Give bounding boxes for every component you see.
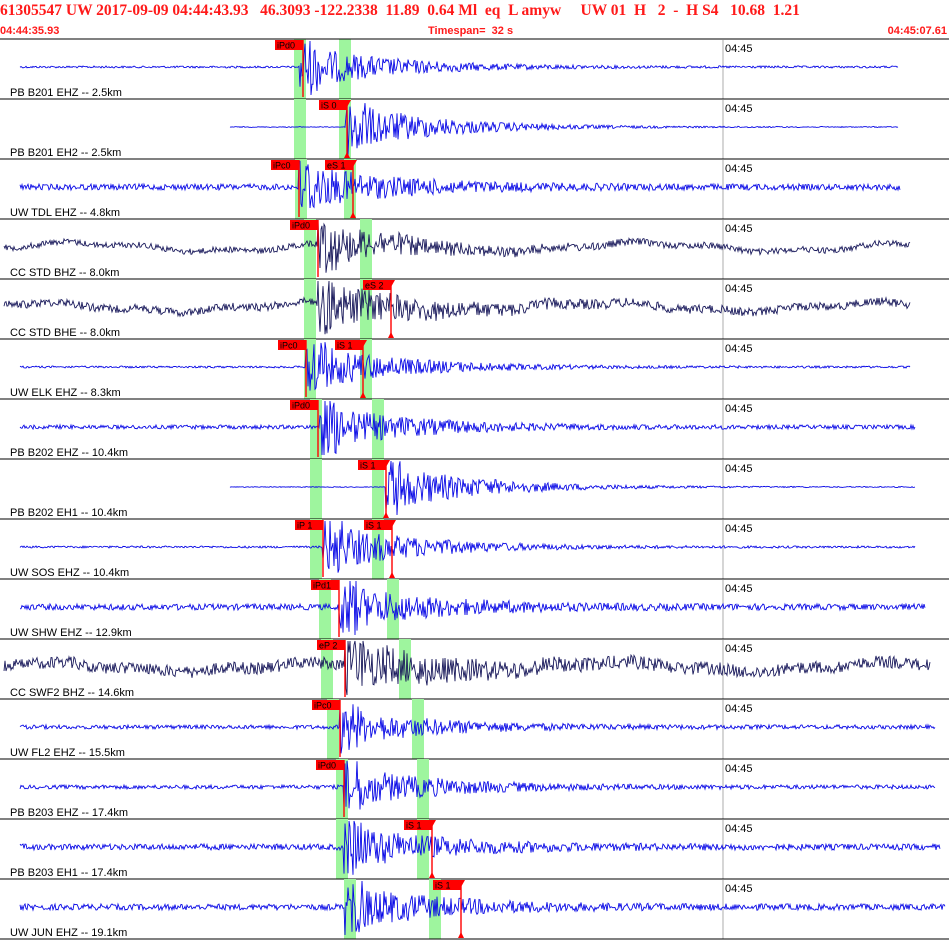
pick-label: eP 2 [319,641,337,651]
p-phase-band [310,459,322,519]
minute-label: 04:45 [725,763,753,775]
pick-label: iS 1 [406,821,422,831]
trace-row[interactable]: 04:45 iPc0 UW FL2 EHZ -- 15.5km [0,699,949,760]
trace-row[interactable]: 04:45 eS 2 CC STD BHE -- 8.0km [0,279,949,340]
trace-row[interactable]: 04:45 iPc0 eS 1 UW TDL EHZ -- 4.8km [0,159,949,220]
pick-label: iP 1 [297,521,312,531]
trace-row[interactable]: 04:45 iS 1 PB B202 EH1 -- 10.4km [0,459,949,520]
station-label: PB B201 EH2 -- 2.5km [10,147,121,159]
s-phase-band [412,699,424,759]
trace-row[interactable]: 04:45 iPd0 PB B201 EHZ -- 2.5km [0,39,949,100]
minute-label: 04:45 [725,223,753,235]
s-phase-band [360,219,372,279]
trace-row[interactable]: 04:45 iPd1 UW SHW EHZ -- 12.9km [0,579,949,640]
waveform-trace [3,220,911,273]
waveform-trace [19,160,901,209]
pick-label: iS 1 [337,341,353,351]
station-label: UW JUN EHZ -- 19.1km [10,927,127,939]
station-label: PB B203 EHZ -- 17.4km [10,807,128,819]
pick-label: iS 0 [321,101,337,111]
pick-label: iS 1 [366,521,382,531]
pick-label: iS 1 [435,881,451,891]
waveform-trace [19,342,911,391]
pick-label: iS 1 [360,461,376,471]
pick-arrow-icon [458,932,464,938]
waveform-trace [3,280,911,335]
pick-label: eS 1 [327,161,346,171]
minute-label: 04:45 [725,103,753,115]
waveform-trace [19,40,899,96]
trace-row[interactable]: 04:45 iP 1 iS 1 UW SOS EHZ -- 10.4km [0,519,949,580]
minute-label: 04:45 [725,583,753,595]
waveform-trace [19,820,941,875]
waveform-trace [229,103,899,156]
station-label: PB B202 EH1 -- 10.4km [10,507,127,519]
p-phase-band [304,279,316,339]
station-label: CC STD BHE -- 8.0km [10,327,120,339]
waveform-trace [19,580,926,636]
station-label: PB B203 EH1 -- 17.4km [10,867,127,879]
station-label: CC STD BHZ -- 8.0km [10,267,119,279]
pick-label: iPc0 [280,341,298,351]
station-label: UW SOS EHZ -- 10.4km [10,567,129,579]
p-phase-band [294,99,306,159]
trace-row[interactable]: 04:45 iPc0 iS 1 UW ELK EHZ -- 8.3km [0,339,949,400]
minute-label: 04:45 [725,523,753,535]
trace-row[interactable]: 04:45 iS 1 PB B203 EH1 -- 17.4km [0,819,949,880]
pick-arrow-icon [389,572,395,578]
waveform-trace [19,704,936,754]
pick-label: iPd0 [292,221,310,231]
s-phase-band [339,39,351,99]
trace-row[interactable]: 04:45 iPd0 PB B202 EHZ -- 10.4km [0,399,949,460]
p-pick-marker[interactable]: iPc0 [278,340,307,397]
pick-label: iPd1 [313,581,331,591]
station-label: UW TDL EHZ -- 4.8km [10,207,120,219]
pick-label: iPd0 [318,761,336,771]
trace-row[interactable]: 04:45 iS 0 PB B201 EH2 -- 2.5km [0,99,949,160]
pick-label: eS 2 [365,281,384,291]
minute-label: 04:45 [725,823,753,835]
minute-label: 04:45 [725,463,753,475]
pick-label: iPd0 [292,401,310,411]
waveform-trace [19,760,936,810]
station-label: PB B201 EHZ -- 2.5km [10,87,122,99]
minute-label: 04:45 [725,883,753,895]
minute-label: 04:45 [725,403,753,415]
station-label: UW FL2 EHZ -- 15.5km [10,747,125,759]
station-label: CC SWF2 BHZ -- 14.6km [10,687,134,699]
waveform-trace [19,520,916,573]
minute-label: 04:45 [725,283,753,295]
waveform-trace [3,640,931,696]
waveform-trace [19,400,916,456]
pick-label: iPc0 [314,701,332,711]
minute-label: 04:45 [725,703,753,715]
minute-label: 04:45 [725,643,753,655]
waveform-trace [19,880,946,936]
trace-row[interactable]: 04:45 iPd0 CC STD BHZ -- 8.0km [0,219,949,280]
waveform-trace [229,460,916,516]
minute-label: 04:45 [725,43,753,55]
seismogram-panel[interactable]: 04:45 iPd0 PB B201 EHZ -- 2.5km 04:45 iS 0 PB… [0,0,949,940]
station-label: UW SHW EHZ -- 12.9km [10,627,132,639]
trace-row[interactable]: 04:45 eP 2 CC SWF2 BHZ -- 14.6km [0,639,949,700]
minute-label: 04:45 [725,343,753,355]
pick-label: iPc0 [273,161,291,171]
pick-arrow-icon [388,332,394,338]
station-label: UW ELK EHZ -- 8.3km [10,387,121,399]
pick-label: iPd0 [277,41,295,51]
trace-row[interactable]: 04:45 iS 1 UW JUN EHZ -- 19.1km [0,879,949,940]
minute-label: 04:45 [725,163,753,175]
station-label: PB B202 EHZ -- 10.4km [10,447,128,459]
pick-arrow-icon [429,872,435,878]
trace-row[interactable]: 04:45 iPd0 PB B203 EHZ -- 17.4km [0,759,949,820]
